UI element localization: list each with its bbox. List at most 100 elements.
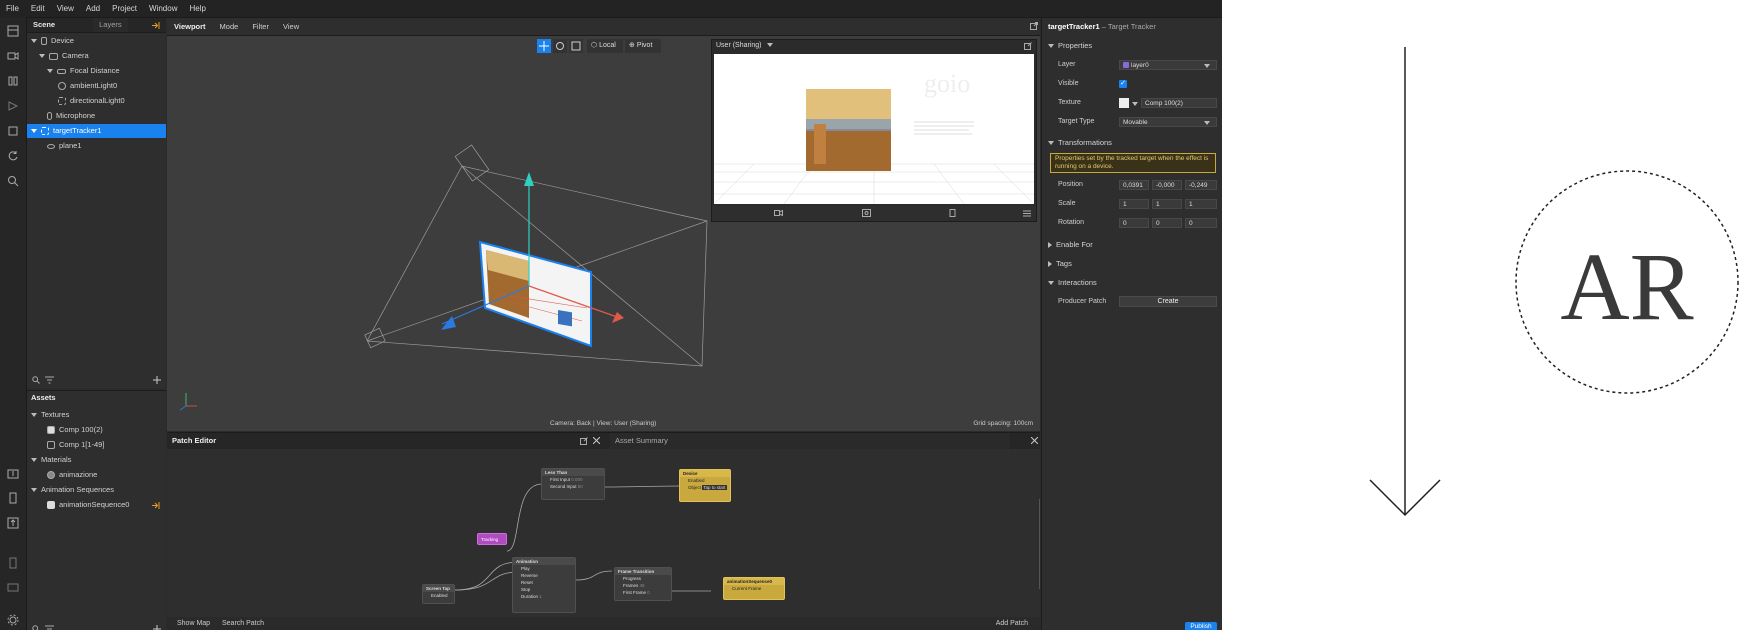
pop-out-icon[interactable]: [580, 437, 588, 445]
rotation-x-field[interactable]: 0: [1119, 218, 1149, 228]
tab-scene[interactable]: Scene: [27, 18, 61, 32]
expand-icon[interactable]: [31, 39, 37, 44]
add-object-icon[interactable]: [153, 376, 161, 384]
menu-add[interactable]: Add: [80, 0, 106, 17]
scale-x-field[interactable]: 1: [1119, 199, 1149, 209]
viewport[interactable]: Viewport Mode Filter View ⬡ Local ⊕ Pivot: [167, 18, 1040, 431]
menu-edit[interactable]: Edit: [25, 0, 51, 17]
expand-icon[interactable]: [31, 413, 37, 418]
rotation-y-field[interactable]: 0: [1152, 218, 1182, 228]
tab-layers[interactable]: Layers: [93, 18, 128, 32]
expand-icon[interactable]: [1048, 242, 1052, 249]
asset-group-textures[interactable]: Textures: [27, 408, 170, 422]
search-icon[interactable]: [32, 625, 40, 630]
layer-select[interactable]: layer0: [1119, 60, 1217, 70]
tree-item-focal-distance[interactable]: Focal Distance: [27, 64, 186, 78]
asset-group-animation-sequences[interactable]: Animation Sequences: [27, 483, 170, 497]
record-icon[interactable]: [7, 100, 19, 112]
menu-view[interactable]: View: [51, 0, 80, 17]
chevron-down-icon[interactable]: [767, 43, 774, 48]
expand-icon[interactable]: [1048, 261, 1052, 268]
phone-icon[interactable]: [7, 557, 19, 569]
layout-icon[interactable]: [7, 25, 19, 37]
asset-item-comp-100-2[interactable]: Comp 100(2): [27, 423, 186, 437]
asset-item-comp-1-1-49[interactable]: Comp 1[1-49]: [27, 438, 186, 452]
search-icon[interactable]: [32, 376, 40, 384]
expand-icon[interactable]: [47, 69, 53, 74]
tab-viewport[interactable]: Viewport: [167, 18, 213, 35]
menu-icon[interactable]: [1023, 209, 1031, 217]
show-map-button[interactable]: Show Map: [177, 617, 210, 630]
pop-out-icon[interactable]: [1024, 42, 1032, 50]
preview-title[interactable]: User (Sharing): [716, 42, 762, 49]
menu-window[interactable]: Window: [143, 0, 183, 17]
tree-item-plane1[interactable]: plane1: [27, 139, 186, 153]
expand-icon[interactable]: [1048, 281, 1054, 286]
section-enable-for[interactable]: Enable For: [1042, 238, 1222, 252]
expand-icon[interactable]: [31, 129, 37, 134]
patch-node-tracking[interactable]: Tracking: [477, 533, 507, 545]
pause-icon[interactable]: [7, 75, 19, 87]
expand-icon[interactable]: [1048, 141, 1054, 146]
video-icon[interactable]: [7, 50, 19, 62]
patch-editor-title[interactable]: Patch Editor: [172, 433, 216, 449]
add-layer-icon[interactable]: [151, 21, 160, 30]
expand-icon[interactable]: [1048, 44, 1054, 49]
refresh-icon[interactable]: [7, 150, 19, 162]
create-patch-button[interactable]: Create: [1119, 296, 1217, 307]
filter-icon[interactable]: [45, 376, 54, 384]
upload-icon[interactable]: [7, 517, 19, 529]
asset-summary-tab[interactable]: Asset Summary: [610, 433, 1010, 449]
add-asset-icon[interactable]: [153, 625, 161, 630]
search-icon[interactable]: [7, 175, 19, 187]
patch-node-less-than[interactable]: Less Than First Input 0.000 Second Input…: [541, 468, 605, 500]
asset-item-animazione[interactable]: animazione: [27, 468, 186, 482]
publish-button[interactable]: Publish: [1185, 622, 1217, 630]
position-x-field[interactable]: 0,0391: [1119, 180, 1149, 190]
scale-z-field[interactable]: 1: [1185, 199, 1217, 209]
close-icon[interactable]: [1031, 437, 1038, 444]
texture-thumbnail[interactable]: [1119, 98, 1129, 108]
add-patch-button[interactable]: Add Patch: [996, 617, 1028, 630]
device-preview-icon[interactable]: [7, 492, 19, 504]
menu-project[interactable]: Project: [106, 0, 143, 17]
close-icon[interactable]: [593, 437, 600, 444]
port-value[interactable]: 48: [640, 583, 645, 588]
visible-checkbox[interactable]: ✓: [1119, 80, 1127, 88]
section-interactions[interactable]: Interactions: [1042, 276, 1222, 290]
menu-file[interactable]: File: [0, 0, 25, 17]
port-value[interactable]: Tap to start: [702, 485, 727, 490]
expand-icon[interactable]: [31, 488, 37, 493]
expand-icon[interactable]: [39, 54, 45, 59]
section-transformations[interactable]: Transformations: [1042, 136, 1222, 150]
scrollbar[interactable]: [1039, 499, 1040, 589]
add-to-patch-icon[interactable]: [151, 501, 160, 510]
rotate-device-icon[interactable]: [948, 209, 957, 217]
comment-icon[interactable]: [7, 582, 19, 594]
port-value[interactable]: 0: [647, 590, 650, 595]
position-z-field[interactable]: -0,249: [1185, 180, 1217, 190]
video-icon[interactable]: [774, 209, 783, 217]
patch-node-device[interactable]: Device Enabled Object Tap to start: [679, 469, 731, 502]
patch-node-screen-tap[interactable]: Screen Tap Enabled: [422, 584, 455, 604]
tree-item-camera[interactable]: Camera: [27, 49, 178, 63]
screenshot-icon[interactable]: [862, 209, 871, 217]
asset-group-materials[interactable]: Materials: [27, 453, 170, 467]
patch-node-animation[interactable]: Animation Play Reverse Reset Stop Durati…: [512, 557, 576, 613]
menu-filter[interactable]: Filter: [245, 18, 276, 35]
texture-field[interactable]: Comp 100(2): [1141, 98, 1217, 108]
scale-y-field[interactable]: 1: [1152, 199, 1182, 209]
port-value[interactable]: 0.000: [571, 477, 582, 482]
menu-mode[interactable]: Mode: [213, 18, 246, 35]
tree-item-microphone[interactable]: Microphone: [27, 109, 186, 123]
port-value[interactable]: 1: [539, 594, 542, 599]
position-y-field[interactable]: -0,000: [1152, 180, 1182, 190]
rotation-z-field[interactable]: 0: [1185, 218, 1217, 228]
preview-canvas[interactable]: goio: [714, 54, 1034, 204]
patch-node-animation-sequence[interactable]: animationSequence0 Current Frame: [723, 577, 785, 600]
pop-out-icon[interactable]: [1030, 22, 1038, 30]
stop-icon[interactable]: [7, 125, 19, 137]
import-icon[interactable]: [7, 467, 19, 479]
target-type-select[interactable]: Movable: [1119, 117, 1217, 127]
port-value[interactable]: 50: [578, 484, 583, 489]
